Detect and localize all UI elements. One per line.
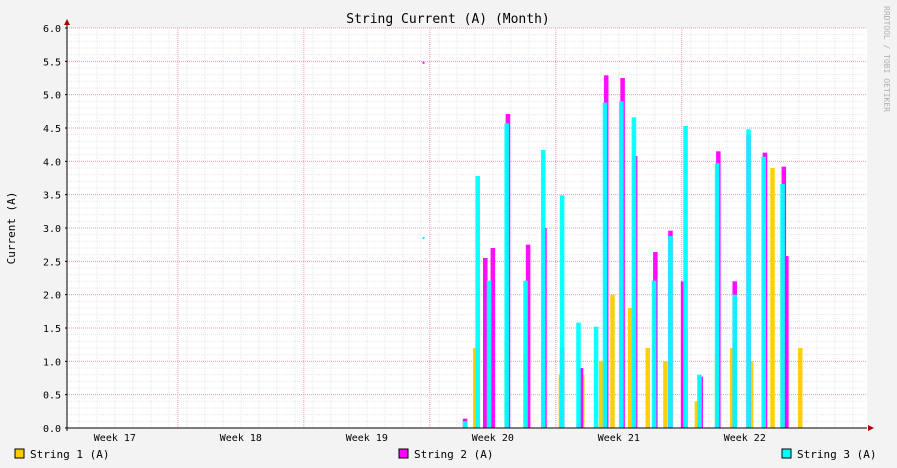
chart: 0.0 0.5 1.0 1.5 2.0 2.5 3.0 3.5 4.0 4.5 5.0 5.5 6.0 W… (0, 0, 897, 468)
data-point (422, 237, 425, 239)
data-bar (714, 163, 720, 429)
data-bar (761, 156, 766, 428)
data-bar (697, 374, 702, 428)
y-tick-label: 3.5 (43, 191, 61, 202)
data-bar (732, 294, 737, 428)
data-bar (475, 176, 480, 428)
y-tick-label: 4.0 (43, 157, 61, 168)
x-tick-label: Week 17 (94, 433, 136, 444)
legend-label: String 1 (A) (30, 448, 109, 461)
y-tick-label: 0.0 (43, 424, 61, 435)
chart-title: String Current (A) (Month) (346, 12, 550, 27)
y-tick-label: 3.0 (43, 224, 61, 235)
y-tick-label: 0.5 (43, 391, 61, 402)
data-bar (593, 326, 599, 428)
data-bar (770, 168, 775, 428)
legend-label: String 3 (A) (797, 448, 876, 461)
y-tick-label: 5.0 (43, 91, 61, 102)
data-bar (645, 348, 651, 428)
data-bar (683, 126, 688, 428)
y-tick-label: 2.0 (43, 291, 61, 302)
data-bar (797, 348, 803, 428)
data-bar (663, 361, 668, 428)
y-axis-label: Current (A) (5, 192, 18, 265)
data-bar (540, 150, 546, 428)
data-bar (631, 117, 637, 428)
legend-label: String 2 (A) (414, 448, 493, 461)
x-tick-label: Week 20 (472, 433, 514, 444)
data-bar (559, 195, 565, 428)
legend-swatch (781, 448, 792, 459)
y-tick-label: 2.5 (43, 257, 61, 268)
y-tick-label: 4.5 (43, 124, 61, 135)
x-tick-label: Week 22 (724, 433, 766, 444)
x-tick-label: Week 18 (220, 433, 262, 444)
y-tick-label: 6.0 (43, 24, 61, 35)
data-bar (602, 102, 608, 429)
x-tick-label: Week 19 (346, 433, 388, 444)
legend-swatch (398, 448, 409, 459)
data-bar (780, 184, 785, 428)
data-bar (651, 280, 657, 428)
data-bar (668, 236, 673, 428)
data-bar (746, 129, 751, 429)
watermark: RRDTOOL / TOBI OETIKER (882, 6, 891, 112)
y-tick-label: 1.0 (43, 357, 61, 368)
y-tick-label: 5.5 (43, 57, 61, 68)
data-bar (462, 421, 468, 428)
data-bar (576, 322, 581, 428)
data-bar (504, 123, 509, 428)
data-bar (486, 280, 492, 428)
data-point (422, 61, 425, 64)
data-bar (523, 280, 528, 428)
data-bar (619, 101, 624, 428)
x-tick-label: Week 21 (598, 433, 640, 444)
data-bar (610, 294, 615, 428)
legend-swatch (14, 448, 25, 459)
y-tick-label: 1.5 (43, 324, 61, 335)
